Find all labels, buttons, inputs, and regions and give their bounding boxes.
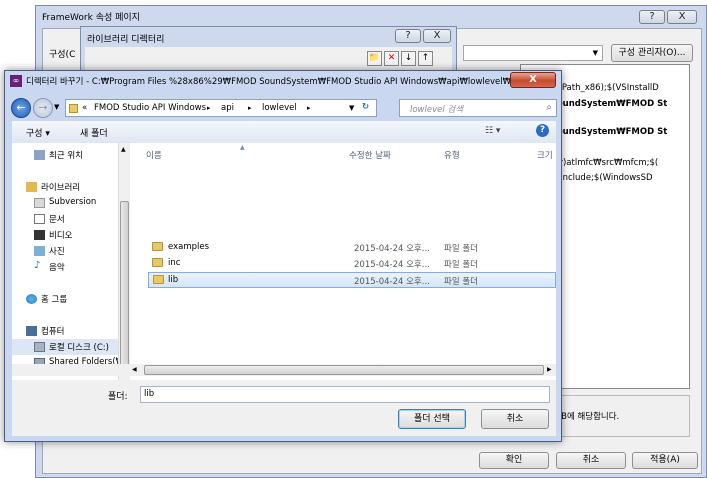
- sort-indicator-icon: ▲: [240, 144, 245, 151]
- property-page-close-button[interactable]: X: [667, 10, 697, 24]
- address-overflow[interactable]: «: [82, 103, 87, 113]
- horizontal-scrollbar[interactable]: ◀ ▶: [12, 364, 556, 376]
- music-icon: ♪: [34, 260, 41, 271]
- nav-item-documents[interactable]: 문서: [12, 211, 124, 227]
- delete-icon[interactable]: ✕: [384, 51, 399, 66]
- file-row-lib[interactable]: lib 2015-04-24 오후... 파일 폴더: [148, 272, 556, 288]
- column-name[interactable]: 이름: [146, 149, 162, 161]
- folder-icon: [152, 258, 163, 267]
- nav-item-local-disk[interactable]: 로컬 디스크 (C:): [12, 339, 124, 355]
- chevron-right-icon[interactable]: ▸: [207, 104, 211, 112]
- folder-picker-dialog: ∞ 디렉터리 바꾸기 - C:₩Program Files %28x86%29₩…: [4, 70, 562, 442]
- refresh-icon[interactable]: ↻: [362, 102, 369, 112]
- address-segment-lowlevel[interactable]: lowlevel: [262, 103, 297, 113]
- pictures-icon: [34, 246, 45, 256]
- apply-button[interactable]: 적용(A): [632, 452, 698, 469]
- file-row-inc[interactable]: inc 2015-04-24 오후... 파일 폴더: [148, 256, 556, 272]
- scroll-thumb[interactable]: [120, 201, 129, 369]
- hscroll-thumb[interactable]: [144, 365, 544, 375]
- property-page-title: FrameWork 속성 페이지: [42, 13, 140, 23]
- folder-picker-close-button[interactable]: X: [510, 72, 556, 88]
- nav-item-homegroup[interactable]: 홈 그룹: [12, 291, 124, 307]
- new-folder-icon[interactable]: 📁: [367, 51, 382, 66]
- search-placeholder: lowlevel 검색: [410, 105, 464, 115]
- folder-icon: [153, 275, 164, 284]
- library-close-button[interactable]: X: [423, 29, 451, 43]
- chevron-down-icon: ▼: [592, 49, 598, 57]
- local-disk-icon: [34, 342, 45, 352]
- column-type[interactable]: 유형: [444, 149, 460, 161]
- search-box[interactable]: lowlevel 검색 ⌕: [399, 99, 557, 117]
- config-manager-button[interactable]: 구성 관리자(O)...: [611, 44, 693, 62]
- address-bar[interactable]: « FMOD Studio API Windows ▸ api ▸ lowlev…: [65, 99, 377, 117]
- column-size[interactable]: 크기: [537, 149, 553, 161]
- picker-cancel-button[interactable]: 취소: [481, 409, 549, 429]
- forward-icon[interactable]: →: [33, 98, 53, 118]
- scroll-right-icon[interactable]: ▶: [547, 366, 552, 373]
- library-dialog-title: 라이브러리 디렉터리: [87, 35, 165, 45]
- config-label: 구성(C: [49, 50, 76, 60]
- nav-item-libraries[interactable]: 라이브러리: [12, 179, 124, 195]
- folder-name-input[interactable]: lib: [140, 386, 550, 403]
- file-list: 이름 ▲ 수정한 날짜 유형 크기 examples 2015-04-24 오후…: [130, 143, 556, 380]
- chevron-right-icon[interactable]: ▸: [307, 104, 311, 112]
- homegroup-icon: [26, 294, 37, 304]
- address-segment-fmod[interactable]: FMOD Studio API Windows: [94, 103, 206, 113]
- command-bar: 구성 ▾ 새 폴더 ☷ ▾ ?: [12, 121, 556, 144]
- history-chevron-down-icon[interactable]: ▼: [54, 103, 59, 111]
- platform-combo[interactable]: ▼: [463, 45, 603, 61]
- select-folder-button[interactable]: 폴더 선택: [398, 409, 466, 429]
- nav-item-videos[interactable]: 비디오: [12, 227, 124, 243]
- nav-item-recent[interactable]: 최근 위치: [12, 147, 124, 163]
- nav-item-computer[interactable]: 컴퓨터: [12, 323, 124, 339]
- organize-button[interactable]: 구성 ▾: [26, 126, 50, 139]
- ok-button[interactable]: 확인: [479, 452, 549, 469]
- search-icon[interactable]: ⌕: [546, 102, 552, 113]
- nav-item-subversion[interactable]: Subversion: [12, 195, 124, 211]
- view-options-icon[interactable]: ☷ ▾: [485, 126, 500, 136]
- recent-places-icon: [34, 150, 45, 160]
- folder-label: 폴더:: [108, 392, 128, 402]
- move-down-icon[interactable]: ↓: [401, 51, 416, 66]
- documents-icon: [34, 214, 45, 224]
- scroll-left-icon[interactable]: ◀: [132, 366, 137, 373]
- folder-icon: [69, 104, 78, 113]
- visual-studio-icon: ∞: [10, 75, 22, 87]
- back-icon[interactable]: ←: [11, 98, 31, 118]
- file-row-examples[interactable]: examples 2015-04-24 오후... 파일 폴더: [148, 240, 556, 256]
- new-folder-button[interactable]: 새 폴더: [80, 126, 108, 139]
- computer-icon: [26, 326, 37, 336]
- video-icon: [34, 230, 45, 240]
- property-page-help-button[interactable]: ?: [639, 10, 665, 24]
- address-chevron-down-icon[interactable]: ▼: [349, 104, 354, 112]
- move-up-icon[interactable]: ↑: [418, 51, 433, 66]
- nav-item-pictures[interactable]: 사진: [12, 243, 124, 259]
- column-modified[interactable]: 수정한 날짜: [349, 149, 391, 161]
- chevron-right-icon[interactable]: ▸: [248, 104, 252, 112]
- subversion-icon: [34, 198, 45, 208]
- help-icon[interactable]: ?: [536, 124, 549, 137]
- navigation-pane: 최근 위치 라이브러리 Subversion 문서 비디오 사진 ♪ 음악 홈: [12, 143, 131, 380]
- cancel-button[interactable]: 취소: [556, 452, 626, 469]
- library-icon: [26, 182, 37, 192]
- folder-icon: [152, 242, 163, 251]
- address-segment-api[interactable]: api: [221, 103, 234, 113]
- dialog-footer: 폴더: lib 폴더 선택 취소: [12, 380, 556, 436]
- folder-picker-title: 디렉터리 바꾸기 - C:₩Program Files %28x86%29₩FM…: [26, 77, 516, 87]
- scroll-up-icon[interactable]: ▲: [121, 146, 126, 153]
- library-help-button[interactable]: ?: [395, 29, 421, 43]
- nav-item-music[interactable]: ♪ 음악: [12, 259, 124, 275]
